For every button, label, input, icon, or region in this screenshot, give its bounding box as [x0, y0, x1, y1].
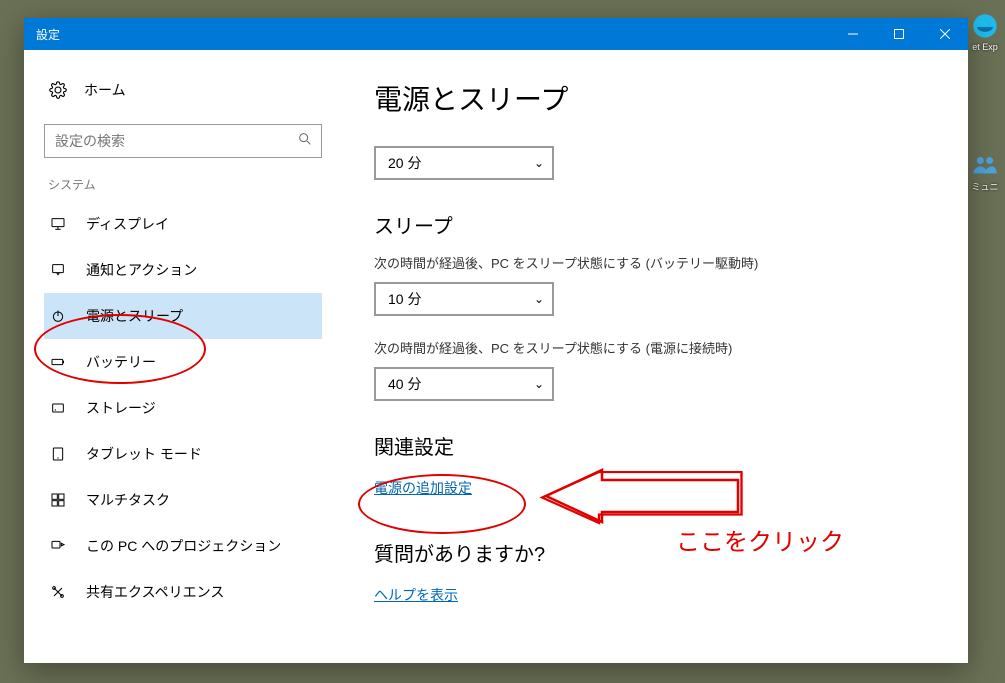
- nav-item-shared[interactable]: 共有エクスペリエンス: [44, 569, 322, 615]
- nav-item-battery[interactable]: バッテリー: [44, 339, 322, 385]
- maximize-icon: [894, 29, 904, 39]
- desktop-icon-label: et Exp: [965, 42, 1005, 52]
- additional-power-settings-link[interactable]: 電源の追加設定: [374, 478, 472, 498]
- nav-item-display[interactable]: ディスプレイ: [44, 201, 322, 247]
- maximize-button[interactable]: [876, 18, 922, 50]
- minimize-button[interactable]: [830, 18, 876, 50]
- search-icon: [297, 131, 313, 152]
- shared-icon: [48, 584, 68, 600]
- multitask-icon: [48, 492, 68, 508]
- nav-item-label: この PC へのプロジェクション: [86, 536, 281, 556]
- related-heading: 関連設定: [374, 431, 928, 460]
- section-label: システム: [48, 176, 322, 193]
- tablet-icon: [48, 446, 68, 462]
- question-heading: 質問がありますか?: [374, 538, 928, 567]
- close-icon: [940, 29, 950, 39]
- display-icon: [48, 216, 68, 232]
- settings-window: 設定 ホーム システム デ: [24, 18, 968, 663]
- nav-item-projection[interactable]: この PC へのプロジェクション: [44, 523, 322, 569]
- nav-item-storage[interactable]: ストレージ: [44, 385, 322, 431]
- nav-item-label: タブレット モード: [86, 444, 202, 464]
- titlebar: 設定: [24, 18, 968, 50]
- sidebar: ホーム システム ディスプレイ通知とアクション電源とスリープバッテリーストレージ…: [24, 50, 334, 663]
- nav-item-tablet[interactable]: タブレット モード: [44, 431, 322, 477]
- home-label: ホーム: [84, 80, 126, 100]
- window-title: 設定: [36, 26, 60, 43]
- nav-item-label: 通知とアクション: [86, 260, 197, 280]
- dropdown-value: 10 分: [388, 289, 421, 309]
- notifications-icon: [48, 262, 68, 278]
- nav-item-label: ディスプレイ: [86, 214, 169, 234]
- help-link[interactable]: ヘルプを表示: [374, 585, 458, 605]
- chevron-down-icon: ⌄: [534, 377, 544, 391]
- nav-item-label: 共有エクスペリエンス: [86, 582, 224, 602]
- sleep-plugged-dropdown[interactable]: 40 分 ⌄: [374, 367, 554, 401]
- nav-item-label: マルチタスク: [86, 490, 170, 510]
- nav-item-power[interactable]: 電源とスリープ: [44, 293, 322, 339]
- search-box[interactable]: [44, 124, 322, 158]
- battery-icon: [48, 354, 68, 370]
- nav-item-multitask[interactable]: マルチタスク: [44, 477, 322, 523]
- sleep-battery-dropdown[interactable]: 10 分 ⌄: [374, 282, 554, 316]
- people-icon: [971, 150, 999, 178]
- chevron-down-icon: ⌄: [534, 156, 544, 170]
- power-icon: [48, 308, 68, 324]
- page-title: 電源とスリープ: [374, 78, 928, 118]
- storage-icon: [48, 400, 68, 416]
- projection-icon: [48, 538, 68, 554]
- desktop-icon-label: ミュニ: [965, 180, 1005, 193]
- chevron-down-icon: ⌄: [534, 292, 544, 306]
- dropdown-value: 40 分: [388, 374, 421, 394]
- home-link[interactable]: ホーム: [44, 74, 322, 106]
- minimize-icon: [848, 29, 858, 39]
- internet-explorer-icon: [971, 12, 999, 40]
- nav-item-label: バッテリー: [86, 352, 156, 372]
- ie-desktop-icon[interactable]: et Exp: [965, 12, 1005, 52]
- screen-timeout-dropdown[interactable]: 20 分 ⌄: [374, 146, 554, 180]
- close-button[interactable]: [922, 18, 968, 50]
- sleep-heading: スリープ: [374, 210, 928, 239]
- gear-icon: [48, 81, 68, 99]
- nav-item-notifications[interactable]: 通知とアクション: [44, 247, 322, 293]
- sleep-battery-label: 次の時間が経過後、PC をスリープ状態にする (バッテリー駆動時): [374, 253, 928, 272]
- nav-item-label: ストレージ: [86, 398, 156, 418]
- nav-item-label: 電源とスリープ: [86, 306, 183, 326]
- sleep-plugged-label: 次の時間が経過後、PC をスリープ状態にする (電源に接続時): [374, 338, 928, 357]
- community-desktop-icon[interactable]: ミュニ: [965, 150, 1005, 193]
- main-content: 電源とスリープ 20 分 ⌄ スリープ 次の時間が経過後、PC をスリープ状態に…: [334, 50, 968, 663]
- search-input[interactable]: [55, 133, 297, 149]
- dropdown-value: 20 分: [388, 153, 421, 173]
